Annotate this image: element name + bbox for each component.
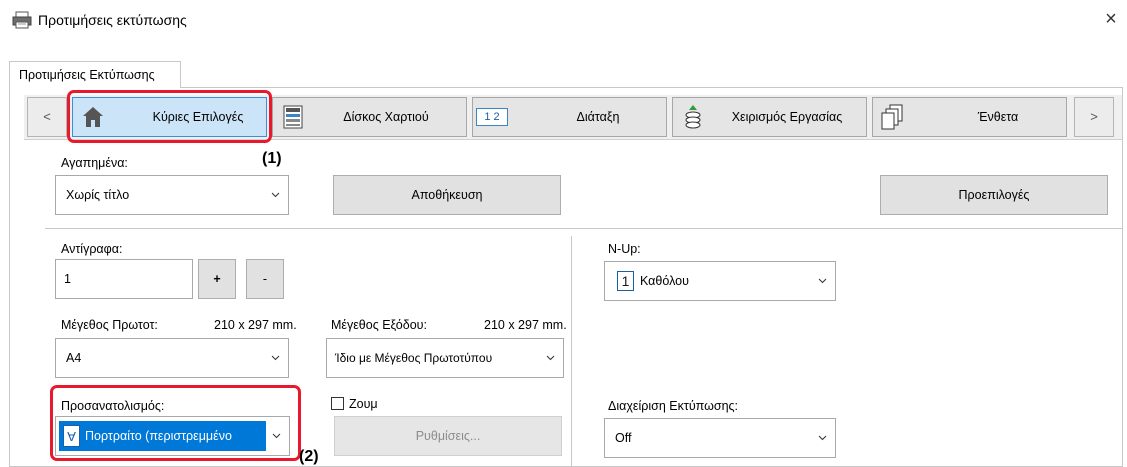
original-size-value: A4 <box>66 351 82 365</box>
tab-paper-tray-label: Δίσκος Χαρτιού <box>343 110 429 124</box>
zoom-settings-button[interactable]: Ρυθμίσεις... <box>334 416 562 456</box>
copies-input-value: 1 <box>64 272 71 286</box>
save-button[interactable]: Αποθήκευση <box>333 175 561 215</box>
original-size-dims: 210 x 297 mm. <box>214 318 297 332</box>
copies-decrease-button[interactable]: - <box>246 259 284 299</box>
output-size-label: Μέγεθος Εξόδου: <box>331 318 427 332</box>
print-management-value: Off <box>615 431 632 445</box>
chevron-down-icon <box>818 435 827 441</box>
print-management-label: Διαχείριση Εκτύπωσης: <box>608 399 739 413</box>
orientation-label: Προσανατολισμός: <box>61 399 165 413</box>
output-size-dims: 210 x 297 mm. <box>484 318 567 332</box>
job-handling-icon <box>685 105 701 129</box>
favorites-select[interactable]: Χωρίς τίτλο <box>55 175 289 215</box>
tab-layout-label: Διάταξη <box>576 110 620 124</box>
tab-print-preferences[interactable]: Προτιμήσεις Εκτύπωσης <box>9 61 181 88</box>
chevron-down-icon <box>272 433 281 439</box>
copies-increase-button[interactable]: + <box>198 259 236 299</box>
output-size-select[interactable]: Ίδιο με Μέγεθος Πρωτοτύπου <box>326 338 564 378</box>
favorites-select-value: Χωρίς τίτλο <box>66 188 130 202</box>
tab-inserts-label: Ένθετα <box>977 110 1019 124</box>
column-divider <box>571 236 572 467</box>
nup-select-value: Καθόλου <box>640 274 689 288</box>
copies-input[interactable]: 1 <box>55 259 193 299</box>
orientation-select-value: Πορτραίτο (περιστρεμμένο <box>85 429 232 443</box>
section-divider <box>45 228 1123 229</box>
copies-label: Αντίγραφα: <box>61 242 123 256</box>
output-size-value: Ίδιο με Μέγεθος Πρωτοτύπου <box>335 351 493 365</box>
printer-icon <box>12 11 32 29</box>
original-size-label: Μέγεθος Πρωτοτ: <box>61 318 158 332</box>
tab-job-handling[interactable]: Χειρισμός Εργασίας <box>672 97 867 137</box>
original-size-select[interactable]: A4 <box>55 338 289 378</box>
layout-icon: 1 2 <box>476 108 508 126</box>
tab-paper-tray[interactable]: Δίσκος Χαρτιού <box>272 97 467 137</box>
window-title: Προτιμήσεις εκτύπωσης <box>38 12 187 28</box>
toolbar-prev-button[interactable]: < <box>27 97 67 137</box>
callout-1-highlight <box>67 90 272 143</box>
chevron-down-icon <box>271 192 280 198</box>
chevron-down-icon <box>271 355 280 361</box>
close-button[interactable]: × <box>1100 8 1122 30</box>
nup-label: N-Up: <box>608 242 641 256</box>
tab-job-handling-label: Χειρισμός Εργασίας <box>731 110 843 124</box>
callout-2: (2) <box>299 448 319 465</box>
callout-1: (1) <box>262 150 282 167</box>
toolbar-next-button[interactable]: > <box>1074 97 1114 137</box>
portrait-icon: A <box>63 425 80 447</box>
chevron-down-icon <box>818 278 827 284</box>
chevron-down-icon <box>546 355 555 361</box>
print-management-select[interactable]: Off <box>604 418 836 458</box>
paper-tray-icon <box>283 105 303 129</box>
zoom-label: Ζουμ <box>349 397 378 411</box>
defaults-button[interactable]: Προεπιλογές <box>880 175 1108 215</box>
nup-icon: 1 <box>617 271 634 291</box>
favorites-label: Αγαπημένα: <box>61 156 128 170</box>
tab-layout[interactable]: 1 2 Διάταξη <box>472 97 667 137</box>
nup-select[interactable]: 1 Καθόλου <box>604 261 836 301</box>
inserts-icon <box>881 104 903 130</box>
orientation-select[interactable]: A Πορτραίτο (περιστρεμμένο <box>55 416 290 456</box>
zoom-checkbox[interactable] <box>331 397 344 410</box>
tab-inserts[interactable]: Ένθετα <box>872 97 1067 137</box>
